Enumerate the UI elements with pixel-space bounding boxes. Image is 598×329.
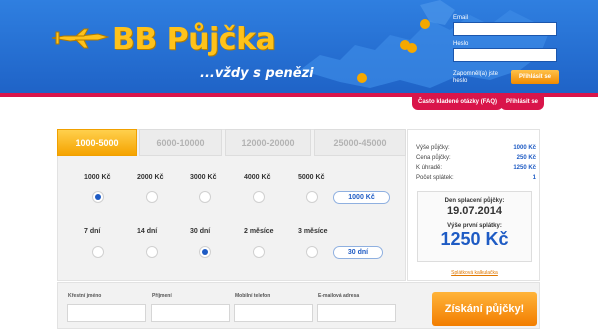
- logo-text: BB Půjčka: [112, 22, 276, 57]
- amount-option-label: 5000 Kč: [298, 174, 325, 181]
- amount-option-label: 2000 Kč: [137, 174, 164, 181]
- tab-range-3[interactable]: 12000-20000: [225, 129, 311, 156]
- login-form: Email Heslo Zapomněl(a) jste heslo Přihl…: [453, 14, 563, 84]
- summary-value: 1: [532, 175, 536, 181]
- loan-range-tabs: 1000-5000 6000-10000 12000-20000 25000-4…: [57, 129, 406, 156]
- amount-radio[interactable]: [199, 191, 211, 203]
- forgot-password-link[interactable]: Zapomněl(a) jste heslo: [453, 71, 509, 85]
- amount-option-label: 4000 Kč: [244, 174, 271, 181]
- tab-range-2[interactable]: 6000-10000: [139, 129, 222, 156]
- summary-key: Výše půjčky:: [416, 145, 450, 151]
- amount-radio[interactable]: [306, 191, 318, 203]
- amount-radio[interactable]: [92, 191, 104, 203]
- amount-radio[interactable]: [253, 191, 265, 203]
- last-name-input[interactable]: [151, 304, 230, 322]
- login-button[interactable]: Přihlásit se: [511, 70, 559, 84]
- first-name-input[interactable]: [67, 304, 146, 322]
- site-header: BB Půjčka ...vždy s penězi Email Heslo Z…: [0, 0, 598, 93]
- amount-value-display: 1000 Kč: [333, 191, 390, 204]
- duration-option-label: 3 měsíce: [298, 228, 328, 235]
- summary-key: Počet splátek:: [416, 175, 454, 181]
- duration-option-label: 7 dní: [84, 228, 101, 235]
- email-input[interactable]: [317, 304, 396, 322]
- due-date-label: Den splacení půjčky:: [444, 198, 505, 204]
- login-email-input[interactable]: [453, 22, 557, 36]
- phone-input[interactable]: [234, 304, 313, 322]
- first-payment-value: 1250 Kč: [440, 229, 509, 249]
- nav-faq-link[interactable]: Často kladené otázky (FAQ): [412, 97, 504, 110]
- logo-tagline: ...vždy s penězi: [200, 66, 314, 81]
- duration-radio[interactable]: [92, 246, 104, 258]
- duration-option-label: 30 dní: [190, 228, 211, 235]
- duration-value-display: 30 dní: [333, 246, 383, 259]
- amount-option-label: 3000 Kč: [190, 174, 217, 181]
- duration-option-label: 2 měsíce: [244, 228, 274, 235]
- phone-label: Mobilní telefon: [235, 293, 271, 299]
- email-label: E-mailová adresa: [318, 293, 360, 299]
- duration-radio[interactable]: [146, 246, 158, 258]
- duration-radio[interactable]: [253, 246, 265, 258]
- get-loan-button[interactable]: Získání půjčky!: [432, 292, 537, 326]
- duration-option-label: 14 dní: [137, 228, 158, 235]
- installment-calculator-link[interactable]: Splátková kalkulačka: [408, 270, 541, 276]
- tab-range-4[interactable]: 25000-45000: [314, 129, 406, 156]
- summary-value: 1000 Kč: [513, 145, 536, 151]
- tab-range-1[interactable]: 1000-5000: [57, 129, 137, 156]
- summary-value: 1250 Kč: [513, 165, 536, 171]
- summary-key: Cena půjčky:: [416, 155, 451, 161]
- airplane-icon: [51, 28, 110, 49]
- nav-login-link[interactable]: Přihlásit se: [500, 97, 545, 110]
- duration-radio[interactable]: [199, 246, 211, 258]
- due-date-value: 19.07.2014: [446, 205, 503, 217]
- last-name-label: Příjmení: [152, 293, 172, 299]
- amount-option-label: 1000 Kč: [84, 174, 111, 181]
- email-label: Email: [453, 15, 469, 21]
- password-label: Heslo: [453, 41, 469, 47]
- duration-radio[interactable]: [306, 246, 318, 258]
- summary-key: K úhradě:: [416, 165, 443, 171]
- loan-summary: Výše půjčky: 1000 Kč Cena půjčky: 250 Kč…: [407, 129, 540, 281]
- summary-value: 250 Kč: [516, 155, 536, 161]
- first-name-label: Křestní jméno: [68, 293, 102, 299]
- due-date-box: Den splacení půjčky: 19.07.2014 Výše prv…: [417, 191, 532, 262]
- login-password-input[interactable]: [453, 48, 557, 62]
- amount-radio[interactable]: [146, 191, 158, 203]
